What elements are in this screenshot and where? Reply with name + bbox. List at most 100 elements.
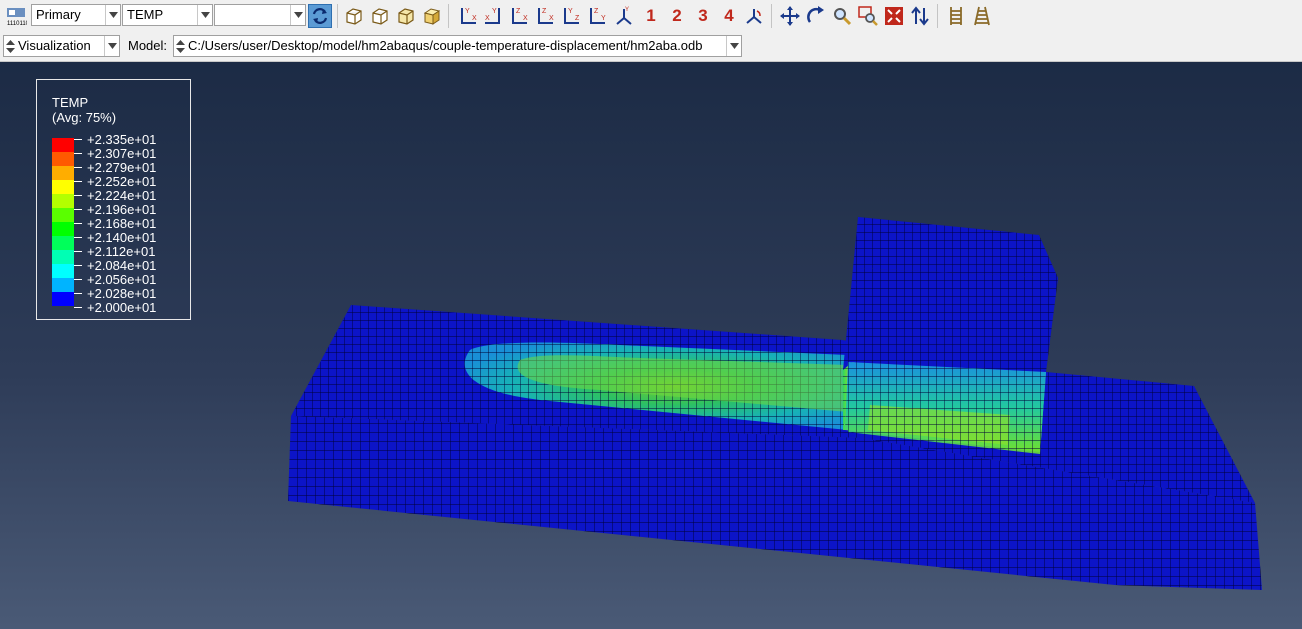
block-front-face <box>845 268 1058 452</box>
svg-text:Y: Y <box>465 8 470 15</box>
legend-tick <box>74 251 82 252</box>
legend-tick <box>74 167 82 168</box>
pan-icon[interactable] <box>778 4 802 28</box>
triad-icon[interactable] <box>742 4 766 28</box>
legend-swatch <box>52 180 74 194</box>
legend-value: +2.056e+01 <box>87 272 157 287</box>
model-label: Model: <box>128 38 168 53</box>
svg-text:X: X <box>472 15 477 22</box>
legend-value: +2.168e+01 <box>87 216 157 231</box>
legend-tick <box>74 307 82 308</box>
contour-legend: TEMP (Avg: 75%) +2.335e+01 +2.307e+01 +2.2… <box>36 79 191 320</box>
legend-tick <box>74 223 82 224</box>
separator <box>937 4 938 28</box>
wireframe-view-icon[interactable] <box>368 4 392 28</box>
block-top-face <box>858 217 1058 278</box>
svg-text:Y: Y <box>601 15 606 22</box>
axis-zx-back-icon[interactable]: ZX <box>533 4 557 28</box>
viewport-canvas[interactable]: TEMP (Avg: 75%) +2.335e+01 +2.307e+01 +2.2… <box>0 62 1302 629</box>
chevron-down-icon[interactable] <box>726 36 741 56</box>
svg-text:Z: Z <box>516 8 521 15</box>
svg-text:1110110: 1110110 <box>7 21 27 27</box>
view-2-button[interactable]: 2 <box>666 5 688 27</box>
main-toolbar: 1110110 Primary TEMP YX YX ZX ZX YZ Z Y … <box>0 0 1302 32</box>
legend-swatch <box>52 236 74 250</box>
chevron-down-icon[interactable] <box>104 36 119 56</box>
context-bar: Visualization Model: C:/Users/user/Deskt… <box>0 31 1302 62</box>
legend-swatch <box>52 278 74 292</box>
legend-value: +2.252e+01 <box>87 174 157 189</box>
chevron-down-icon[interactable] <box>105 5 120 25</box>
legend-tick <box>74 139 82 140</box>
svg-text:X: X <box>485 15 490 22</box>
module-combo[interactable]: Visualization <box>3 35 120 57</box>
legend-swatch <box>52 208 74 222</box>
legend-swatch <box>52 264 74 278</box>
separator <box>337 4 338 28</box>
svg-text:Y: Y <box>625 7 629 13</box>
render-style-value: Primary <box>36 7 81 22</box>
legend-value: +2.307e+01 <box>87 146 157 161</box>
field-output-icon[interactable]: 1110110 <box>4 4 28 28</box>
cycle-views-icon[interactable] <box>908 4 932 28</box>
legend-swatch <box>52 292 74 306</box>
spin-arrows-icon[interactable] <box>6 39 15 54</box>
svg-text:Y: Y <box>568 8 573 15</box>
legend-swatch <box>52 152 74 166</box>
variable-value: TEMP <box>127 7 164 22</box>
legend-subtitle: (Avg: 75%) <box>52 110 117 125</box>
module-value: Visualization <box>18 38 91 53</box>
auto-fit-icon[interactable] <box>882 4 906 28</box>
axis-xy-front-icon[interactable]: YX <box>456 4 480 28</box>
axis-iso-icon[interactable]: Y <box>612 4 636 28</box>
variable-combo[interactable]: TEMP <box>122 4 213 26</box>
svg-text:Z: Z <box>542 8 547 15</box>
track-icon[interactable] <box>970 4 994 28</box>
rotate-icon[interactable] <box>804 4 828 28</box>
chevron-down-icon[interactable] <box>197 5 212 25</box>
legend-value: +2.112e+01 <box>87 244 156 259</box>
view-3-button[interactable]: 3 <box>692 5 714 27</box>
legend-value: +2.140e+01 <box>87 230 157 245</box>
zoom-icon[interactable] <box>830 4 854 28</box>
fe-model[interactable] <box>0 62 1302 629</box>
axis-yz-back-icon[interactable]: ZY <box>585 4 609 28</box>
legend-value: +2.028e+01 <box>87 286 157 301</box>
legend-tick <box>74 195 82 196</box>
spin-arrows-icon[interactable] <box>176 39 185 54</box>
model-combo[interactable]: C:/Users/user/Desktop/model/hm2abaqus/co… <box>173 35 742 57</box>
separator <box>771 4 772 28</box>
box-zoom-icon[interactable] <box>856 4 880 28</box>
separator <box>448 4 449 28</box>
legend-tick <box>74 279 82 280</box>
legend-title: TEMP <box>52 95 89 110</box>
axis-xy-back-icon[interactable]: YX <box>481 4 505 28</box>
legend-swatch <box>52 222 74 236</box>
shaded-view-icon[interactable] <box>420 4 444 28</box>
axis-yz-front-icon[interactable]: YZ <box>559 4 583 28</box>
legend-swatch <box>52 166 74 180</box>
legend-tick <box>74 153 82 154</box>
legend-tick <box>74 293 82 294</box>
legend-swatch <box>52 138 74 152</box>
sync-icon[interactable] <box>308 4 332 28</box>
axis-zx-front-icon[interactable]: ZX <box>507 4 531 28</box>
ladder-icon[interactable] <box>944 4 968 28</box>
legend-value: +2.335e+01 <box>87 132 157 147</box>
hidden-view-icon[interactable] <box>394 4 418 28</box>
svg-text:X: X <box>549 15 554 22</box>
model-path-value: C:/Users/user/Desktop/model/hm2abaqus/co… <box>188 38 703 53</box>
legend-tick <box>74 237 82 238</box>
legend-value: +2.279e+01 <box>87 160 157 175</box>
render-style-combo[interactable]: Primary <box>31 4 121 26</box>
chevron-down-icon[interactable] <box>290 5 305 25</box>
legend-tick <box>74 181 82 182</box>
view-4-button[interactable]: 4 <box>718 5 740 27</box>
legend-swatch <box>52 194 74 208</box>
view-1-button[interactable]: 1 <box>640 5 662 27</box>
iso-view-icon[interactable] <box>342 4 366 28</box>
legend-value: +2.196e+01 <box>87 202 157 217</box>
component-combo[interactable] <box>214 4 306 26</box>
legend-value: +2.224e+01 <box>87 188 157 203</box>
legend-tick <box>74 209 82 210</box>
